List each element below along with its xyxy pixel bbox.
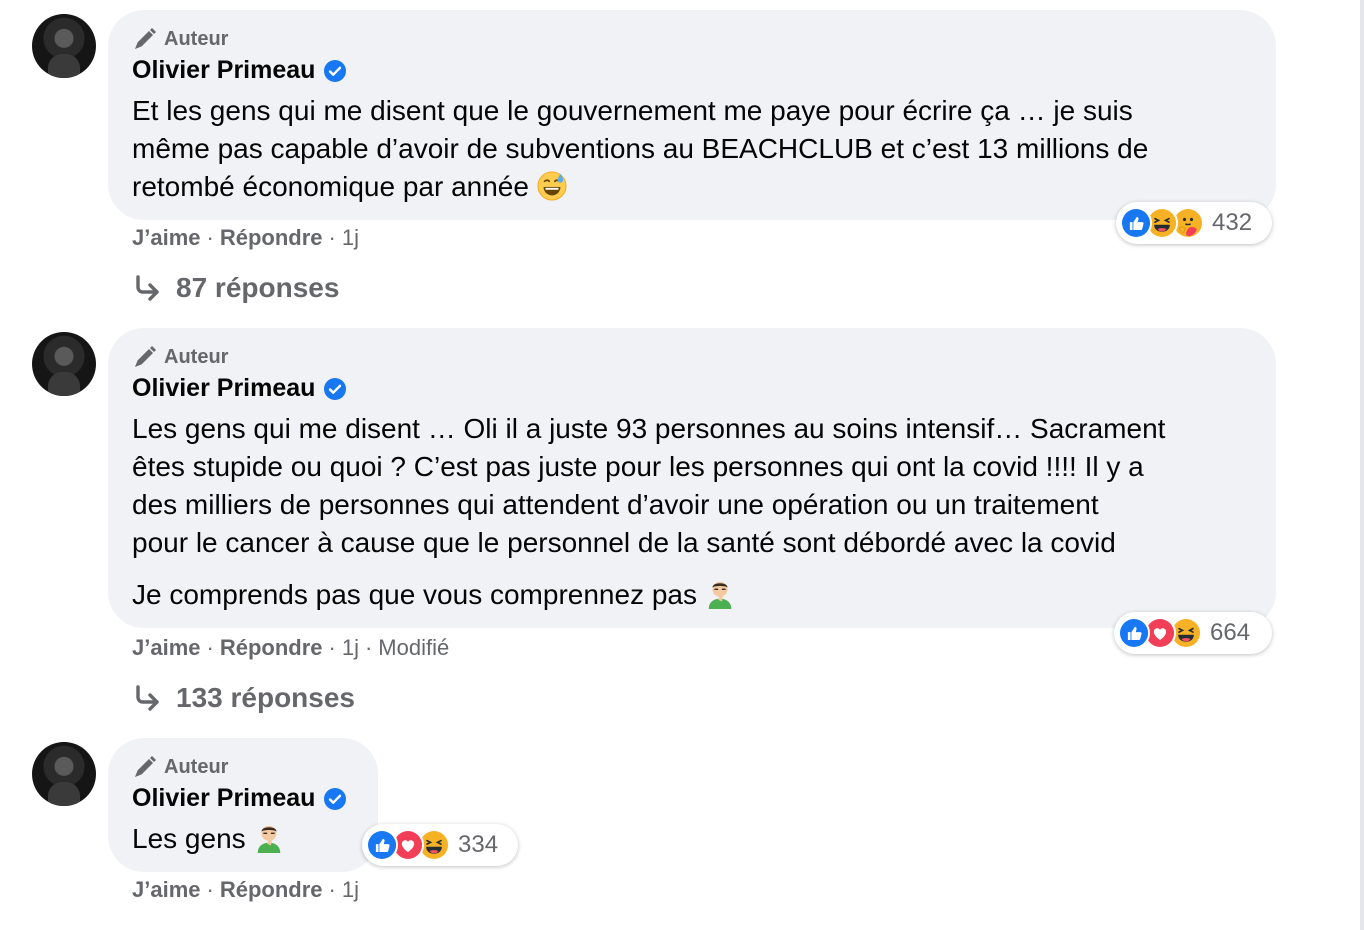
like-link[interactable]: J’aime <box>132 225 201 251</box>
reply-link[interactable]: Répondre <box>220 635 323 661</box>
replies-count-label: 87 réponses <box>176 272 340 303</box>
separator-dot: · <box>328 877 336 902</box>
like-link[interactable]: J’aime <box>132 877 201 903</box>
edited-label[interactable]: Modifié <box>378 635 449 661</box>
facepalm-emoji-icon <box>705 579 735 609</box>
author-badge-label: Auteur <box>164 27 229 50</box>
comment-actions: J’aime · Répondre · 1j <box>132 877 359 903</box>
timestamp[interactable]: 1j <box>342 635 359 661</box>
author-name[interactable]: Olivier Primeau <box>132 374 315 403</box>
reactions-summary[interactable]: 334 <box>362 824 518 866</box>
comment-text-content: Et les gens qui me disent que le gouvern… <box>132 95 1149 202</box>
separator-dot: · <box>364 635 373 660</box>
comment-text: Et les gens qui me disent que le gouvern… <box>132 92 1148 206</box>
separator-dot: · <box>206 635 214 660</box>
verified-badge-icon <box>323 377 347 401</box>
timestamp[interactable]: 1j <box>342 877 359 903</box>
like-reaction-icon <box>1120 207 1152 239</box>
pencil-icon <box>132 754 158 780</box>
verified-badge-icon <box>323 787 347 811</box>
sweat-smile-emoji-icon <box>537 171 567 201</box>
reaction-count: 432 <box>1212 209 1253 236</box>
comment-text: Les gens <box>132 820 284 858</box>
like-link[interactable]: J’aime <box>132 635 201 661</box>
reply-link[interactable]: Répondre <box>220 877 323 903</box>
author-badge: Auteur <box>132 26 228 52</box>
view-replies-link[interactable]: 87 réponses <box>132 272 339 304</box>
separator-dot: · <box>206 225 214 250</box>
separator-dot: · <box>328 225 336 250</box>
like-reaction-icon <box>1118 617 1150 649</box>
timestamp[interactable]: 1j <box>342 225 359 251</box>
author-row: Olivier Primeau <box>132 374 347 403</box>
author-name[interactable]: Olivier Primeau <box>132 784 315 813</box>
comment-text: Les gens qui me disent … Oli il a juste … <box>132 413 1166 558</box>
reactions-summary[interactable]: 664 <box>1114 612 1272 654</box>
reaction-count: 334 <box>458 831 499 858</box>
comment-bubble: Auteur Olivier Primeau Les gens qui me d… <box>108 328 1276 628</box>
facepalm-emoji-icon <box>254 823 284 853</box>
reactions-summary[interactable]: 432 <box>1116 202 1272 244</box>
comment-actions: J’aime · Répondre · 1j · Modifié <box>132 635 449 661</box>
reply-arrow-icon <box>132 273 162 303</box>
comment-bubble: Auteur Olivier Primeau Et les gens qui m… <box>108 10 1276 220</box>
author-badge-label: Auteur <box>164 345 229 368</box>
separator-dot: · <box>206 877 214 902</box>
reply-link[interactable]: Répondre <box>220 225 323 251</box>
view-replies-link[interactable]: 133 réponses <box>132 682 355 714</box>
avatar[interactable] <box>32 332 96 396</box>
author-badge-label: Auteur <box>164 755 229 778</box>
comment-bubble: Auteur Olivier Primeau Les gens <box>108 738 378 872</box>
reaction-count: 664 <box>1210 619 1251 646</box>
avatar[interactable] <box>32 742 96 806</box>
reply-arrow-icon <box>132 683 162 713</box>
pencil-icon <box>132 344 158 370</box>
separator-dot: · <box>328 635 336 660</box>
pencil-icon <box>132 26 158 52</box>
author-badge: Auteur <box>132 754 228 780</box>
replies-count-label: 133 réponses <box>176 682 355 713</box>
comment-text-content: Les gens <box>132 823 246 854</box>
author-row: Olivier Primeau <box>132 784 347 813</box>
author-badge: Auteur <box>132 344 228 370</box>
comment-actions: J’aime · Répondre · 1j <box>132 225 359 251</box>
comment-text-second-paragraph: Je comprends pas que vous comprennez pas <box>132 576 735 614</box>
avatar[interactable] <box>32 14 96 78</box>
comment-text-second-content: Je comprends pas que vous comprennez pas <box>132 579 697 610</box>
author-row: Olivier Primeau <box>132 56 347 85</box>
like-reaction-icon <box>366 829 398 861</box>
author-name[interactable]: Olivier Primeau <box>132 56 315 85</box>
verified-badge-icon <box>323 59 347 83</box>
scrollbar[interactable] <box>1360 0 1364 930</box>
